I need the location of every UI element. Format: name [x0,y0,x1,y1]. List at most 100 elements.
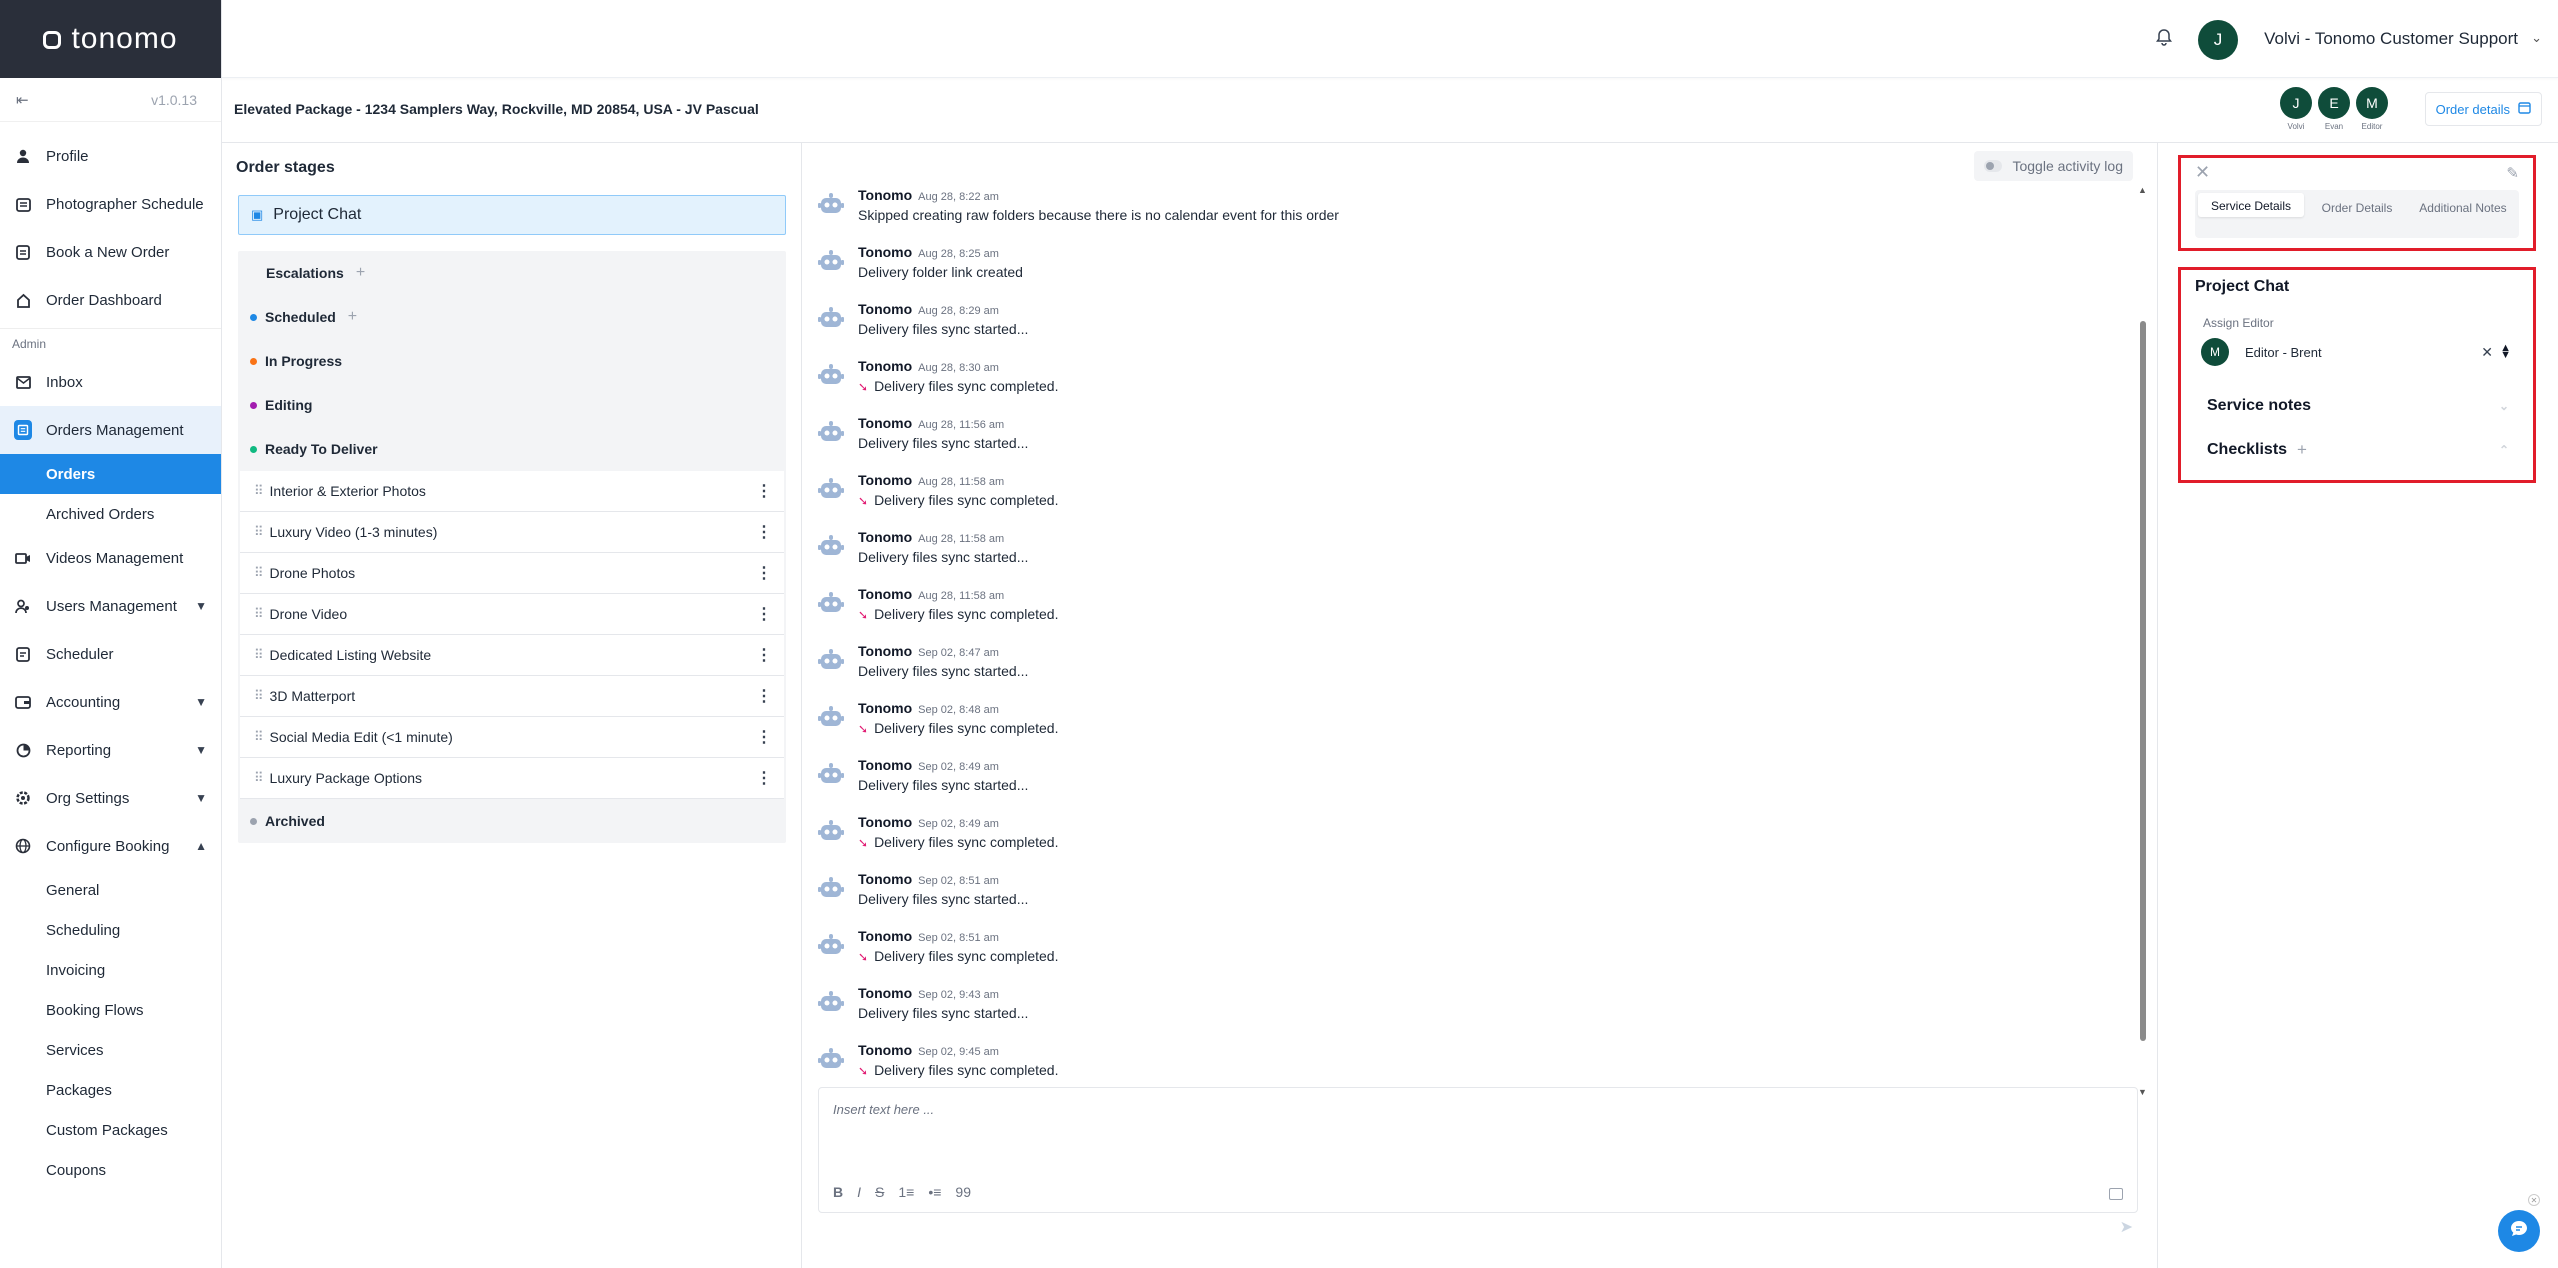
stage-scheduled[interactable]: Scheduled + [238,295,786,339]
quote-icon[interactable]: 99 [955,1184,971,1200]
clear-icon[interactable]: ✕ [2481,344,2493,361]
stage-escalations[interactable]: Escalations + [238,251,786,295]
list-item[interactable]: ⠿ 3D Matterport ⋮ [240,676,784,717]
bullet-list-icon[interactable]: •≡ [928,1184,941,1200]
order-details-button[interactable]: Order details [2424,92,2542,126]
sidebar-item-reporting[interactable]: Reporting ▼ [0,726,221,774]
sidebar-sub-archived-orders[interactable]: Archived Orders [0,494,221,534]
drag-handle-icon[interactable]: ⠿ [254,729,263,745]
scrollbar-thumb[interactable] [2140,321,2146,1041]
tab-service-details[interactable]: Service Details [2198,193,2304,217]
assign-editor-select[interactable]: M Editor - Brent ✕ ▲ ▼ [2193,334,2523,370]
more-icon[interactable]: ⋮ [756,563,772,583]
more-icon[interactable]: ⋮ [756,768,772,788]
stage-ready-to-deliver[interactable]: Ready To Deliver [238,427,786,471]
drag-handle-icon[interactable]: ⠿ [254,565,263,581]
service-notes-accordion[interactable]: Service notes ⌄ [2193,386,2523,426]
select-arrows-icon[interactable]: ▲ ▼ [2500,343,2511,361]
stage-archived[interactable]: Archived [238,799,786,843]
chevron-down-icon[interactable]: ⌄ [2499,399,2509,413]
stage-editing[interactable]: Editing [238,383,786,427]
sidebar-item-order-dashboard[interactable]: Order Dashboard [0,276,221,324]
scrollbar[interactable]: ▲ ▼ [2138,185,2147,1097]
collapse-sidebar-icon[interactable]: ⇤ [16,91,29,109]
participant[interactable]: M Editor [2356,87,2388,131]
sidebar-sub-packages[interactable]: Packages [0,1070,221,1110]
participant[interactable]: J Volvi [2280,87,2312,131]
strikethrough-icon[interactable]: S [875,1184,884,1200]
scroll-up-icon[interactable]: ▲ [2138,185,2147,195]
drag-handle-icon[interactable]: ⠿ [254,524,263,540]
sidebar-sub-scheduling[interactable]: Scheduling [0,910,221,950]
message-list[interactable]: Tonomo Aug 28, 8:22 am Skipped creating ra… [818,187,2134,1095]
user-name[interactable]: Volvi - Tonomo Customer Support [2264,29,2518,49]
sidebar-sub-booking-flows[interactable]: Booking Flows [0,990,221,1030]
sidebar-item-profile[interactable]: Profile [0,132,221,180]
stage-in-progress[interactable]: In Progress [238,339,786,383]
logo[interactable]: tonomo [0,0,221,78]
chevron-down-icon[interactable]: ▼ [195,743,207,757]
close-icon[interactable]: ✕ [2195,162,2210,183]
italic-icon[interactable]: I [857,1184,861,1200]
chevron-up-icon[interactable]: ⌃ [2499,443,2509,457]
tab-order-details[interactable]: Order Details [2304,193,2410,235]
sidebar-sub-general[interactable]: General [0,870,221,910]
ordered-list-icon[interactable]: 1≡ [898,1184,914,1200]
bold-icon[interactable]: B [833,1184,843,1200]
toggle-activity-log[interactable]: Toggle activity log [1974,151,2133,181]
chevron-down-icon[interactable]: ▼ [195,791,207,805]
sidebar-item-users-management[interactable]: Users Management ▼ [0,582,221,630]
bell-icon[interactable] [2156,28,2174,48]
sidebar-item-videos-management[interactable]: Videos Management [0,534,221,582]
close-icon[interactable]: ✕ [2528,1194,2540,1206]
drag-handle-icon[interactable]: ⠿ [254,770,263,786]
drag-handle-icon[interactable]: ⠿ [254,483,263,499]
more-icon[interactable]: ⋮ [756,604,772,624]
more-icon[interactable]: ⋮ [756,686,772,706]
sidebar-item-accounting[interactable]: Accounting ▼ [0,678,221,726]
list-item[interactable]: ⠿ Dedicated Listing Website ⋮ [240,635,784,676]
chevron-down-icon[interactable]: ⌄ [2531,30,2542,46]
list-item[interactable]: ⠿ Drone Video ⋮ [240,594,784,635]
image-icon[interactable] [2109,1188,2123,1200]
pencil-icon[interactable]: ✎ [2506,164,2519,182]
drag-handle-icon[interactable]: ⠿ [254,688,263,704]
sidebar-sub-coupons[interactable]: Coupons [0,1150,221,1190]
sidebar-sub-custom-packages[interactable]: Custom Packages [0,1110,221,1150]
add-icon[interactable]: + [356,264,365,282]
list-item[interactable]: ⠿ Social Media Edit (<1 minute) ⋮ [240,717,784,758]
sidebar-sub-invoicing[interactable]: Invoicing [0,950,221,990]
sidebar-sub-services[interactable]: Services [0,1030,221,1070]
message-input[interactable]: Insert text here ... [833,1102,934,1117]
list-item[interactable]: ⠿ Interior & Exterior Photos ⋮ [240,471,784,512]
checklists-accordion[interactable]: Checklists + ⌃ [2193,430,2523,470]
tab-additional-notes[interactable]: Additional Notes [2410,193,2516,235]
scroll-down-icon[interactable]: ▼ [2138,1087,2147,1097]
more-icon[interactable]: ⋮ [756,645,772,665]
more-icon[interactable]: ⋮ [756,727,772,747]
message-editor[interactable]: Insert text here ... B I S 1≡ •≡ 99 [818,1087,2138,1213]
more-icon[interactable]: ⋮ [756,481,772,501]
participant[interactable]: E Evan [2318,87,2350,131]
add-icon[interactable]: + [2297,440,2307,460]
drag-handle-icon[interactable]: ⠿ [254,606,263,622]
sidebar-item-book-new-order[interactable]: Book a New Order [0,228,221,276]
send-icon[interactable]: ➤ [2120,1217,2133,1237]
more-icon[interactable]: ⋮ [756,522,772,542]
sidebar-item-configure-booking[interactable]: Configure Booking ▲ [0,822,221,870]
drag-handle-icon[interactable]: ⠿ [254,647,263,663]
sidebar-item-photographer-schedule[interactable]: Photographer Schedule [0,180,221,228]
help-chat-button[interactable] [2498,1210,2540,1252]
sidebar-sub-orders[interactable]: Orders [0,454,221,494]
add-icon[interactable]: + [348,308,357,326]
sidebar-item-scheduler[interactable]: Scheduler [0,630,221,678]
sidebar-item-orders-management[interactable]: Orders Management [0,406,221,454]
toggle-switch[interactable] [1984,160,2003,172]
sidebar-item-org-settings[interactable]: Org Settings ▼ [0,774,221,822]
chevron-down-icon[interactable]: ▼ [195,695,207,709]
project-chat-button[interactable]: ▣ Project Chat [238,195,786,235]
avatar[interactable]: J [2198,20,2238,60]
list-item[interactable]: ⠿ Luxury Video (1-3 minutes) ⋮ [240,512,784,553]
chevron-up-icon[interactable]: ▲ [195,839,207,853]
list-item[interactable]: ⠿ Drone Photos ⋮ [240,553,784,594]
